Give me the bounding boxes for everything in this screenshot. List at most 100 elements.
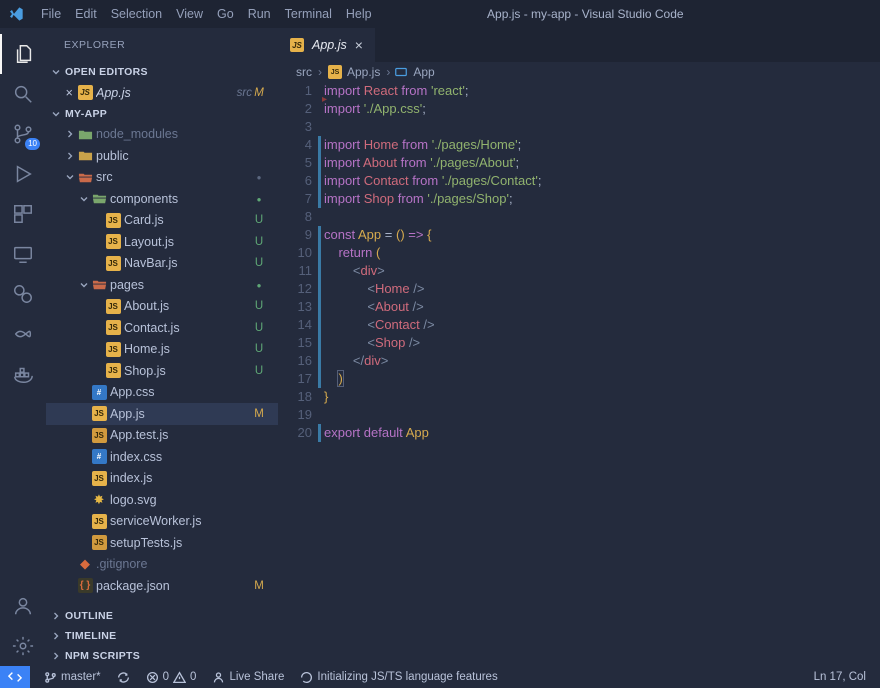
menu-selection[interactable]: Selection — [104, 7, 169, 21]
menu-run[interactable]: Run — [241, 7, 278, 21]
tree-item[interactable]: JSLayout.jsU — [46, 231, 278, 253]
breadcrumb-seg[interactable]: src — [296, 65, 312, 79]
tree-item[interactable]: JSCard.jsU — [46, 210, 278, 232]
gear-icon — [12, 635, 34, 657]
tree-item[interactable]: JSContact.jsU — [46, 317, 278, 339]
status-cursor-pos[interactable]: Ln 17, Col — [806, 666, 874, 688]
tree-item[interactable]: JSApp.jsM — [46, 403, 278, 425]
js-file-icon: JS — [92, 471, 107, 486]
status-branch[interactable]: master* — [36, 666, 109, 688]
json-file-icon: { } — [78, 578, 93, 593]
git-status-badge: M — [252, 408, 266, 420]
open-editor-name: App.js — [96, 86, 231, 100]
activity-run[interactable] — [0, 154, 46, 194]
tree-item-label: App.test.js — [110, 428, 266, 442]
tree-item[interactable]: node_modules — [46, 124, 278, 146]
status-lang-init[interactable]: Initializing JS/TS language features — [292, 666, 505, 688]
code-content[interactable]: import React from 'react';import './App.… — [320, 82, 880, 666]
activity-settings[interactable] — [0, 626, 46, 666]
activity-remote-explorer[interactable] — [0, 234, 46, 274]
tree-item[interactable]: components — [46, 188, 278, 210]
tab-label: App.js — [312, 38, 347, 52]
tree-item[interactable]: ✸logo.svg — [46, 489, 278, 511]
status-live-share[interactable]: Live Share — [204, 666, 292, 688]
section-project[interactable]: MY-APP — [46, 104, 278, 124]
tab-app-js[interactable]: JS App.js × — [278, 28, 375, 62]
git-status-badge: U — [252, 257, 266, 269]
menu-go[interactable]: Go — [210, 7, 241, 21]
status-bar: master* 0 0 Live Share Initializing JS/T… — [0, 666, 880, 688]
menu-edit[interactable]: Edit — [68, 7, 104, 21]
tree-item[interactable]: #index.css — [46, 446, 278, 468]
tree-item[interactable]: pages — [46, 274, 278, 296]
open-editor-desc: src — [237, 87, 252, 99]
account-icon — [12, 595, 34, 617]
menu-file[interactable]: File — [34, 7, 68, 21]
git-status-badge: U — [252, 365, 266, 377]
docker-icon — [12, 363, 34, 385]
git-status-badge: M — [252, 580, 266, 592]
run-icon — [12, 163, 34, 185]
section-timeline[interactable]: TIMELINE — [46, 626, 278, 646]
git-status-badge: U — [252, 343, 266, 355]
tree-item[interactable]: JSApp.test.js — [46, 425, 278, 447]
section-npm-scripts[interactable]: NPM SCRIPTS — [46, 646, 278, 666]
tree-item[interactable]: public — [46, 145, 278, 167]
git-dot-badge — [252, 171, 266, 183]
tree-item[interactable]: JSShop.jsU — [46, 360, 278, 382]
menu-help[interactable]: Help — [339, 7, 379, 21]
activity-extensions[interactable] — [0, 194, 46, 234]
activity-search[interactable] — [0, 74, 46, 114]
js-test-file-icon: JS — [92, 535, 107, 550]
activity-explorer[interactable] — [0, 34, 46, 74]
activity-bar: 10 — [0, 28, 46, 666]
activity-docker[interactable] — [0, 354, 46, 394]
activity-scm[interactable]: 10 — [0, 114, 46, 154]
tree-item-label: node_modules — [96, 127, 266, 141]
remote-explorer-icon — [12, 243, 34, 265]
js-file-icon: JS — [78, 85, 93, 100]
loading-icon — [300, 671, 313, 684]
git-status-badge: M — [252, 87, 266, 99]
scm-badge: 10 — [25, 138, 40, 150]
search-icon — [12, 83, 34, 105]
gutter: 1234567891011121314151617181920 — [278, 82, 320, 666]
menu-view[interactable]: View — [169, 7, 210, 21]
chevron-down-icon — [78, 279, 90, 291]
code-editor[interactable]: 1234567891011121314151617181920 import R… — [278, 82, 880, 666]
tree-item-label: index.css — [110, 450, 266, 464]
tree-item[interactable]: src — [46, 167, 278, 189]
breadcrumb-seg[interactable]: App — [413, 65, 434, 79]
status-sync[interactable] — [109, 666, 138, 688]
tree-item-label: index.js — [110, 471, 266, 485]
sync-icon — [117, 671, 130, 684]
tree-item[interactable]: JSsetupTests.js — [46, 532, 278, 554]
tree-item-label: Home.js — [124, 342, 252, 356]
tree-item-label: App.css — [110, 385, 266, 399]
close-icon[interactable]: × — [62, 86, 76, 100]
section-open-editors[interactable]: OPEN EDITORS — [46, 62, 278, 82]
tree-item[interactable]: { }package.jsonM — [46, 575, 278, 597]
open-editor-item[interactable]: × JS App.js src M — [46, 82, 278, 104]
tree-item[interactable]: ◆.gitignore — [46, 554, 278, 576]
breadcrumb-seg[interactable]: App.js — [347, 65, 380, 79]
tree-item[interactable]: JSHome.jsU — [46, 339, 278, 361]
activity-bookmarks[interactable] — [0, 274, 46, 314]
tree-item[interactable]: #App.css — [46, 382, 278, 404]
menu-terminal[interactable]: Terminal — [278, 7, 339, 21]
breadcrumb[interactable]: src› JS App.js› App — [278, 62, 880, 82]
close-tab-icon[interactable]: × — [355, 37, 363, 53]
section-outline[interactable]: OUTLINE — [46, 606, 278, 626]
remote-indicator[interactable] — [0, 666, 30, 688]
js-file-icon: JS — [106, 320, 121, 335]
tree-item[interactable]: JSAbout.jsU — [46, 296, 278, 318]
js-file-icon: JS — [106, 256, 121, 271]
tree-item[interactable]: JSNavBar.jsU — [46, 253, 278, 275]
tree-item-label: serviceWorker.js — [110, 514, 266, 528]
activity-accounts[interactable] — [0, 586, 46, 626]
tree-item[interactable]: JSserviceWorker.js — [46, 511, 278, 533]
status-problems[interactable]: 0 0 — [138, 666, 205, 688]
tree-item[interactable]: JSindex.js — [46, 468, 278, 490]
sidebar: EXPLORER OPEN EDITORS × JS App.js src M … — [46, 28, 278, 666]
activity-live-share[interactable] — [0, 314, 46, 354]
